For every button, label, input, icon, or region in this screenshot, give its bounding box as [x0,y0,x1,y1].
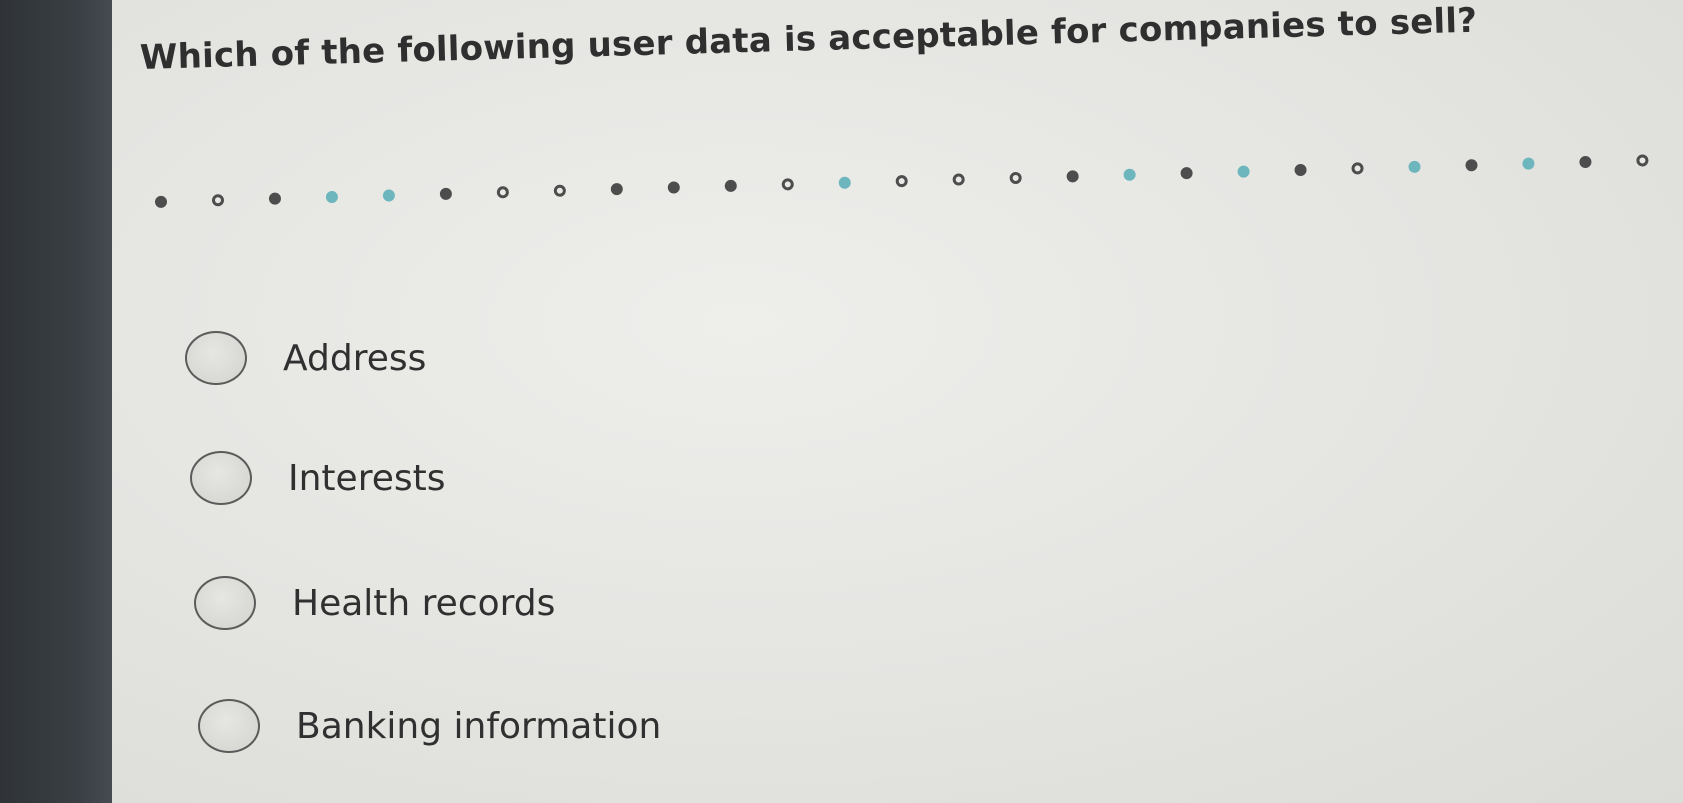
option-label: Health records [292,582,556,624]
progress-dot-15 [952,173,965,186]
progress-dot-13 [838,176,851,189]
option-address[interactable]: Address [185,331,426,385]
progress-dot-10 [667,181,680,194]
progress-dot-6 [439,187,453,201]
monitor-bezel [0,0,112,803]
progress-dot-4 [325,190,339,204]
progress-dot-5 [382,189,396,202]
progress-dot-22 [1351,162,1364,175]
option-health-records[interactable]: Health records [194,576,555,630]
progress-dot-7 [496,186,510,199]
progress-dot-11 [724,179,737,193]
option-label: Banking information [296,705,662,747]
progress-dot-18 [1123,168,1136,181]
progress-dot-16 [1009,171,1022,185]
progress-dot-27 [1636,154,1649,167]
progress-dot-25 [1522,157,1535,170]
progress-dot-1 [154,195,168,208]
progress-dot-23 [1408,160,1421,173]
progress-dot-3 [268,192,282,205]
progress-dot-19 [1180,167,1193,180]
radio-button[interactable] [190,451,252,505]
option-label: Interests [288,457,446,499]
progress-dot-14 [895,174,908,188]
radio-button[interactable] [194,576,256,630]
radio-button[interactable] [198,699,260,753]
progress-dot-17 [1066,170,1079,183]
progress-dot-26 [1579,155,1592,169]
progress-dot-2 [211,194,225,207]
option-banking-information[interactable]: Banking information [198,699,661,753]
quiz-screen [112,0,1683,803]
progress-dot-24 [1465,159,1478,172]
progress-dot-20 [1237,165,1250,178]
option-label: Address [283,337,427,379]
progress-dot-21 [1294,163,1307,177]
option-interests[interactable]: Interests [190,451,445,505]
progress-dot-12 [781,178,794,191]
radio-button[interactable] [185,331,247,385]
progress-dot-8 [553,184,567,197]
progress-dot-9 [610,182,623,196]
